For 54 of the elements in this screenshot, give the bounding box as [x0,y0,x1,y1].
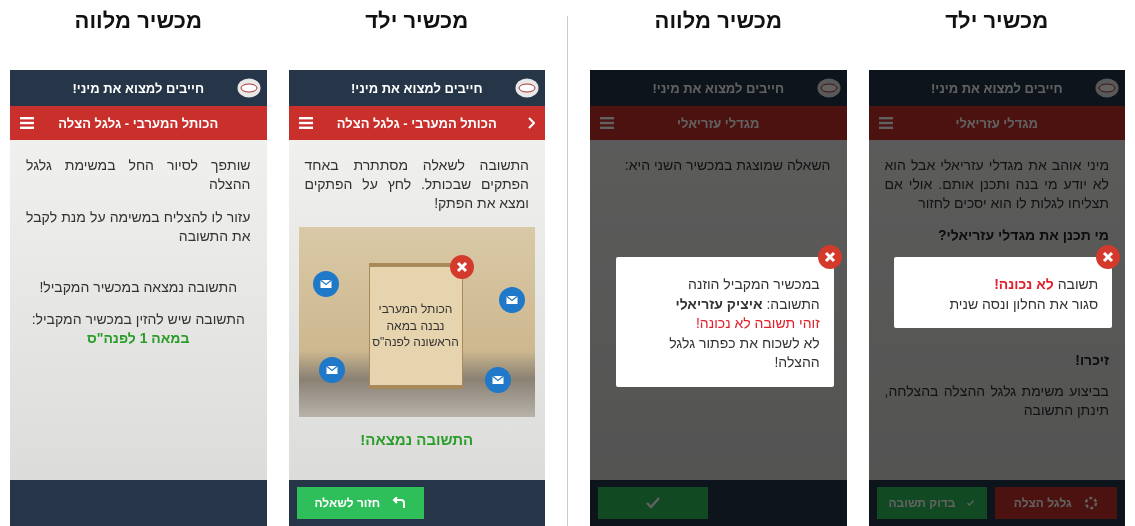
lifebuoy-icon [1083,496,1098,510]
close-icon[interactable] [449,254,474,279]
dialog-text: סגור את החלון ונסה שנית [948,294,1099,314]
success-message: התשובה נמצאה! [359,430,475,448]
dialog-text: תשובה לא נכונה! [993,274,1099,294]
section-title: הכותל המערבי - גלגל הצלה [336,115,497,131]
envelope-pin-icon[interactable] [484,366,511,393]
check-icon [967,497,975,509]
dialog-text: התשובה: איציק עזריאלי [674,294,820,314]
dialog-text: במכשיר המקביל הוזנה [687,274,820,294]
menu-icon[interactable] [20,117,34,129]
instruction-text: התשובה לשאלה מסתתרת באחד הפתקים שבכותל. לחץ על הפתקים ומצא את הפתק! [304,156,529,213]
app-title: חייבים למצוא את מיני! [652,80,785,96]
instruction-text: מיני אוהב את מגדלי עזריאלי אבל הוא לא יודע מי בנה ותכנן אותם. אולי אם תצליחו לגלות לו הוא יסכים לחזור [884,156,1109,213]
check-button[interactable] [598,487,708,519]
menu-icon[interactable] [878,117,893,129]
section-title: מגדלי עזריאלי [955,115,1038,131]
envelope-pin-icon[interactable] [312,270,339,297]
dialog-text: לא לשכוח את כפתור גלגל ההצלה! [668,333,820,373]
envelope-pin-icon[interactable] [498,286,525,313]
instruction-text: השאלה שמוצגת במכשיר השני היא: [623,156,831,175]
logo-icon [1095,78,1119,98]
answer-info-text: התשובה שיש להזין במכשיר המקביל: במאה 1 לפנה"ס [30,310,246,349]
logo-icon [515,78,539,98]
logo-icon [236,78,261,98]
dialog-text: זוהי תשובה לא נכונה! [695,314,820,334]
section-title: הכותל המערבי - גלגל הצלה [58,115,219,131]
device-heading: מכשיר מלווה [654,8,782,34]
section-title: מגדלי עזריאלי [677,115,760,131]
check-button[interactable]: בדוק תשובה [876,487,987,519]
question-text: מי תכנן את מגדלי עזריאלי? [937,226,1109,243]
device-heading: מכשיר ילד [945,8,1049,34]
check-icon [646,497,660,509]
app-title: חייבים למצוא את מיני! [930,80,1063,96]
close-icon[interactable] [817,244,842,269]
app-title: חייבים למצוא את מיני! [72,80,205,96]
close-icon[interactable] [1096,244,1121,269]
device-heading: מכשיר ילד [365,8,469,34]
return-arrow-icon [392,497,407,509]
instruction-text: שותפך לסיור החל במשימת גלגל ההצלה [26,156,251,194]
menu-icon[interactable] [600,117,614,129]
answer-info-text: התשובה נמצאה במכשיר המקביל! [38,277,239,297]
reminder-title: זיכרו! [1074,351,1109,368]
app-title: חייבים למצוא את מיני! [350,80,483,96]
envelope-pin-icon[interactable] [318,356,345,383]
device-heading: מכשיר מלווה [74,8,202,34]
menu-icon[interactable] [298,117,313,129]
logo-icon [816,78,841,98]
instruction-text: עזור לו להצליח במשימה על מנת לקבל את התשובה [26,207,251,246]
lifeline-button[interactable]: גלגל הצלה [994,487,1117,519]
back-chevron-icon[interactable] [527,117,535,129]
instruction-text: בביצוע משימת גלגל ההצלה בהצלחה, תינתן התשובה [884,381,1109,420]
back-button[interactable]: חזור לשאלה [296,487,425,519]
note-text: הכותל המערבי נבנה במאה הראשונה לפנה"ס [371,301,460,350]
